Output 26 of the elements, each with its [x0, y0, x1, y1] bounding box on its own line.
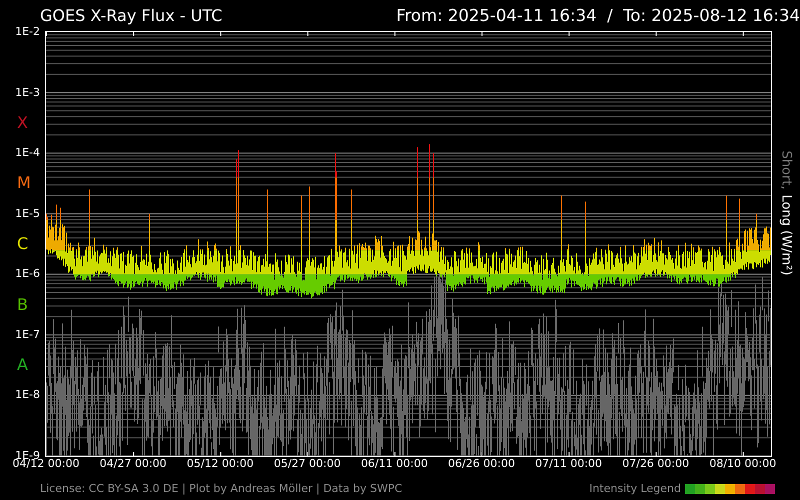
y-tick-label: 1E-5	[15, 208, 40, 220]
y-tick-label: 1E-2	[15, 26, 40, 38]
x-tick-label: 07/11 00:00	[535, 457, 602, 470]
y-tick-label: 1E-6	[15, 268, 40, 280]
date-range: From: 2025-04-11 16:34 / To: 2025-08-12 16:34	[396, 6, 800, 25]
x-tick-label: 06/11 00:00	[360, 457, 428, 470]
x-tick-label: 06/26 00:00	[448, 457, 515, 470]
x-tick-label: 04/27 00:00	[100, 457, 167, 470]
flare-class-label: X	[17, 114, 28, 132]
flare-class-label: M	[17, 174, 31, 192]
y-tick-label: 1E-8	[15, 389, 40, 402]
flare-class-label: B	[17, 296, 28, 314]
flare-class-label: C	[17, 235, 28, 253]
x-tick-label: 05/27 00:00	[274, 457, 341, 470]
axis-label: Short,	[778, 150, 794, 190]
x-tick-label: 07/26 00:00	[622, 457, 690, 470]
license-text: License: CC BY-SA 3.0 DE | Plot by Andreas Möller | Data by SWPC	[40, 482, 402, 495]
x-tick-label: 08/10 00:00	[709, 457, 776, 470]
y-tick-label: 1E-4	[15, 147, 40, 160]
y-tick-label: 1E-7	[15, 328, 40, 341]
axis-label: Long (W/m²)	[778, 194, 794, 276]
y-tick-label: 1E-3	[15, 86, 40, 99]
chart-title: GOES X-Ray Flux - UTC	[40, 6, 222, 25]
flare-class-label: A	[17, 356, 28, 374]
legend-label: Intensity Legend	[589, 482, 681, 495]
x-tick-label: 05/12 00:00	[186, 457, 254, 470]
